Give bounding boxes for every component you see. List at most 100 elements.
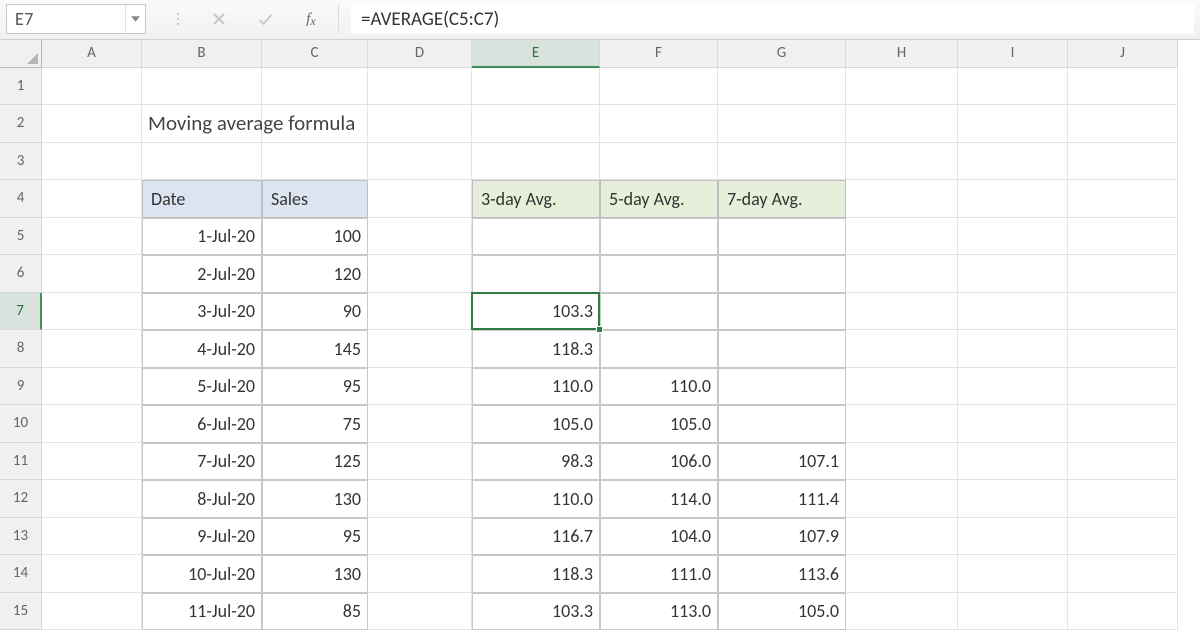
column-header-D[interactable]: D: [368, 40, 472, 68]
empty-cell[interactable]: [958, 143, 1068, 181]
table2-cell[interactable]: 98.3: [472, 443, 600, 481]
empty-cell[interactable]: [958, 293, 1068, 331]
row-header-14[interactable]: 14: [0, 555, 42, 593]
empty-cell[interactable]: [846, 143, 958, 181]
table1-cell[interactable]: 4-Jul-20: [142, 330, 262, 368]
table1-cell[interactable]: 11-Jul-20: [142, 593, 262, 630]
table1-cell[interactable]: 85: [262, 593, 368, 630]
table2-cell[interactable]: 111.0: [600, 555, 718, 593]
table2-cell[interactable]: 106.0: [600, 443, 718, 481]
table2-cell[interactable]: [718, 405, 846, 443]
table2-cell[interactable]: 107.1: [718, 443, 846, 481]
table1-cell[interactable]: 75: [262, 405, 368, 443]
empty-cell[interactable]: [1068, 593, 1178, 630]
table2-cell[interactable]: 110.0: [600, 368, 718, 406]
empty-cell[interactable]: [846, 518, 958, 556]
table2-header[interactable]: 5-day Avg.: [600, 180, 718, 218]
empty-cell[interactable]: [958, 68, 1068, 106]
empty-cell[interactable]: [846, 255, 958, 293]
name-box[interactable]: E7: [6, 4, 146, 34]
empty-cell[interactable]: [958, 480, 1068, 518]
empty-cell[interactable]: [846, 443, 958, 481]
table1-cell[interactable]: 8-Jul-20: [142, 480, 262, 518]
row-header-13[interactable]: 13: [0, 518, 42, 556]
empty-cell[interactable]: [958, 255, 1068, 293]
table2-cell[interactable]: 113.0: [600, 593, 718, 630]
table2-cell[interactable]: [472, 218, 600, 256]
column-header-E[interactable]: E: [472, 40, 600, 68]
empty-cell[interactable]: [1068, 255, 1178, 293]
table1-header[interactable]: Sales: [262, 180, 368, 218]
table1-cell[interactable]: 145: [262, 330, 368, 368]
empty-cell[interactable]: [368, 218, 472, 256]
empty-cell[interactable]: [718, 105, 846, 143]
table1-cell[interactable]: 120: [262, 255, 368, 293]
table1-cell[interactable]: 1-Jul-20: [142, 218, 262, 256]
empty-cell[interactable]: [1068, 518, 1178, 556]
table1-cell[interactable]: 125: [262, 443, 368, 481]
formula-input[interactable]: =AVERAGE(C5:C7): [351, 4, 1194, 34]
cancel-button[interactable]: [196, 4, 242, 34]
table1-cell[interactable]: 6-Jul-20: [142, 405, 262, 443]
empty-cell[interactable]: [846, 480, 958, 518]
empty-cell[interactable]: [1068, 555, 1178, 593]
table2-cell[interactable]: 116.7: [472, 518, 600, 556]
empty-cell[interactable]: [472, 68, 600, 106]
table2-cell[interactable]: [600, 293, 718, 331]
table1-cell[interactable]: 100: [262, 218, 368, 256]
table2-cell[interactable]: [718, 255, 846, 293]
empty-cell[interactable]: [1068, 68, 1178, 106]
empty-cell[interactable]: [368, 480, 472, 518]
select-all-corner[interactable]: [0, 40, 42, 68]
empty-cell[interactable]: [958, 368, 1068, 406]
empty-cell[interactable]: [1068, 143, 1178, 181]
empty-cell[interactable]: [600, 105, 718, 143]
empty-cell[interactable]: [368, 555, 472, 593]
column-header-I[interactable]: I: [958, 40, 1068, 68]
empty-cell[interactable]: [1068, 330, 1178, 368]
table2-cell[interactable]: 107.9: [718, 518, 846, 556]
empty-cell[interactable]: [472, 143, 600, 181]
empty-cell[interactable]: [1068, 293, 1178, 331]
table2-cell[interactable]: [718, 330, 846, 368]
empty-cell[interactable]: [42, 555, 142, 593]
empty-cell[interactable]: [368, 443, 472, 481]
row-header-5[interactable]: 5: [0, 218, 42, 256]
empty-cell[interactable]: [958, 518, 1068, 556]
table2-cell[interactable]: [600, 255, 718, 293]
row-header-9[interactable]: 9: [0, 368, 42, 406]
empty-cell[interactable]: [368, 68, 472, 106]
row-header-11[interactable]: 11: [0, 443, 42, 481]
empty-cell[interactable]: [42, 518, 142, 556]
empty-cell[interactable]: [846, 593, 958, 630]
empty-cell[interactable]: [42, 368, 142, 406]
empty-cell[interactable]: [368, 330, 472, 368]
row-header-7[interactable]: 7: [0, 293, 42, 331]
empty-cell[interactable]: [958, 330, 1068, 368]
empty-cell[interactable]: [42, 330, 142, 368]
table2-cell[interactable]: 113.6: [718, 555, 846, 593]
table2-cell[interactable]: [472, 255, 600, 293]
empty-cell[interactable]: [1068, 218, 1178, 256]
empty-cell[interactable]: [846, 368, 958, 406]
empty-cell[interactable]: [846, 293, 958, 331]
table1-header[interactable]: Date: [142, 180, 262, 218]
empty-cell[interactable]: [958, 405, 1068, 443]
table2-cell[interactable]: [600, 218, 718, 256]
table1-cell[interactable]: 5-Jul-20: [142, 368, 262, 406]
column-header-G[interactable]: G: [718, 40, 846, 68]
title-cell[interactable]: Moving average formula: [142, 105, 262, 143]
row-header-4[interactable]: 4: [0, 180, 42, 218]
table2-cell[interactable]: 110.0: [472, 368, 600, 406]
empty-cell[interactable]: [472, 105, 600, 143]
empty-cell[interactable]: [958, 180, 1068, 218]
insert-function-button[interactable]: fx: [288, 4, 334, 34]
empty-cell[interactable]: [368, 368, 472, 406]
table1-cell[interactable]: 130: [262, 555, 368, 593]
table1-cell[interactable]: 95: [262, 518, 368, 556]
row-header-15[interactable]: 15: [0, 593, 42, 630]
empty-cell[interactable]: [1068, 443, 1178, 481]
row-header-1[interactable]: 1: [0, 68, 42, 106]
row-header-8[interactable]: 8: [0, 330, 42, 368]
table1-cell[interactable]: 130: [262, 480, 368, 518]
